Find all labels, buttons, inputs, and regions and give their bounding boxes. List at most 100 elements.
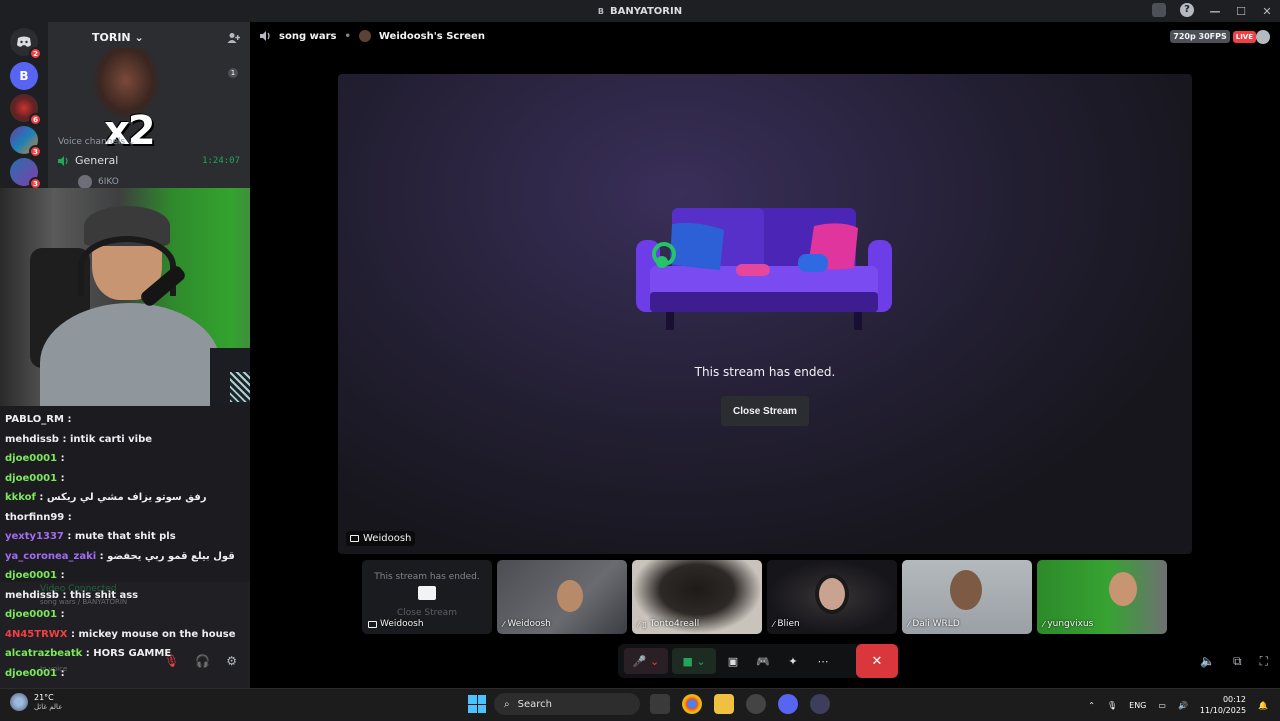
weather-widget[interactable]: 21°C عالم غائل [10,693,62,711]
chat-message: thorfinn99 : [5,512,72,523]
chat-username[interactable]: yexty1337 [5,531,64,542]
network-icon[interactable]: ▭ [1158,701,1166,710]
chat-username[interactable]: djoe0001 [5,570,57,581]
server-icon[interactable]: 6 [10,94,42,126]
search-label: Search [517,698,552,710]
microphone-toggle-button[interactable]: 🎤 ⌄ [624,648,668,674]
chat-text: : this shit ass [62,589,139,601]
title-bar: B BANYATORIN ? — ☐ ✕ [0,0,1280,22]
discord-taskbar-icon[interactable] [778,694,798,714]
start-menu-icon[interactable] [468,695,486,713]
chat-message: kkkof : رفق سوتو يزاف مشي لي ريكس [5,492,207,503]
file-explorer-icon[interactable] [714,694,734,714]
add-user-icon[interactable] [227,32,240,44]
participant-face [1109,572,1137,606]
chat-text: : [60,570,65,581]
help-icon[interactable]: ? [1180,3,1194,17]
voice-user-name: 6IKO [98,177,119,187]
chat-username[interactable]: djoe0001 [5,473,57,484]
tile-dali-wrld[interactable]: ⁄ Dali WRLD [902,560,1032,634]
tile-name: Dali WRLD [912,619,960,629]
soundboard-icon[interactable]: ✦ [780,648,806,674]
close-window-button[interactable]: ✕ [1260,5,1274,18]
tray-mic-icon[interactable]: 🎙 [1107,701,1117,710]
camera-toggle-button[interactable]: ■ ⌄ [672,648,716,674]
windows-taskbar: 21°C عالم غائل ⌕ Search ⌃ 🎙 ENG ▭ 🔊 00:1… [0,688,1280,720]
phone-icon: ▯ [642,619,647,629]
discord-home-icon[interactable]: 2 [10,28,42,60]
minimize-button[interactable]: — [1208,5,1222,18]
muted-icon: ⁄ [638,619,640,629]
avatar [78,175,92,189]
chat-message: ya_coronea_zaki : قول بيلع قمو ربي يحفضو [5,551,235,562]
participant-face [950,570,982,610]
voice-elapsed-time: 1:24:07 [202,155,240,166]
chat-username[interactable]: thorfinn99 [5,512,64,523]
chat-username[interactable]: mehdissb [5,590,59,601]
fullscreen-icon[interactable]: ⛶ [1260,654,1268,669]
tray-chevron-icon[interactable]: ⌃ [1088,701,1095,710]
tile-tonto4reall[interactable]: ⁄ ▯ Tonto4reall [632,560,762,634]
notifications-icon[interactable]: 🔔 [1258,701,1268,710]
tile-label: ⁄ Weidoosh [503,619,551,629]
voice-user[interactable]: 6IKO [78,175,119,189]
more-options-icon[interactable]: ⋯ [810,648,836,674]
activities-gamepad-icon[interactable]: 🎮 [750,648,776,674]
tile-label: ⁄ yungvixus [1043,619,1093,629]
chat-username[interactable]: kkkof [5,492,36,503]
tile-close-text: Close Stream [397,608,457,618]
settings-gear-icon[interactable]: ⚙ [226,654,237,668]
breadcrumb: song wars • Weidoosh's Screen [260,30,485,42]
language-indicator[interactable]: ENG [1129,701,1146,710]
rail-badge: 6 [29,113,42,126]
voice-category-label: Voice channels [58,137,126,147]
chat-username[interactable]: alcatrazbeatk [5,648,82,659]
voice-channel-general[interactable]: General 1:24:07 [58,154,240,167]
share-screen-button[interactable]: ▣ [720,648,746,674]
disconnect-button[interactable]: ✕ [856,644,898,678]
headphones-icon[interactable]: 🎧 [195,654,210,668]
chat-username[interactable]: 4N45TRWX [5,629,68,640]
taskbar-center: ⌕ Search [468,693,832,715]
volume-icon[interactable]: 🔈 [1200,654,1215,669]
popout-icon[interactable]: ⧉ [1233,654,1242,669]
chat-username[interactable]: mehdissb [5,434,59,445]
server-name: TORIN [92,31,131,44]
chat-username[interactable]: djoe0001 [5,609,57,620]
chat-username[interactable]: djoe0001 [5,453,57,464]
tile-weidoosh-screen[interactable]: This stream has ended. Close Stream Weid… [362,560,492,634]
server-rail: 2 B 6 3 3 [0,22,48,190]
tile-blien[interactable]: ⁄ Blien [767,560,897,634]
chat-bubble-icon[interactable] [1256,30,1270,44]
app-icon[interactable] [746,694,766,714]
participant-face [815,574,849,614]
tile-weidoosh[interactable]: ⁄ Weidoosh [497,560,627,634]
tile-yungvixus[interactable]: ⁄ yungvixus [1037,560,1167,634]
task-view-icon[interactable] [650,694,670,714]
server-icon-b[interactable]: B [10,62,38,90]
channel-unread-count: 1 [228,68,238,78]
clock[interactable]: 00:12 11/10/2025 [1200,694,1246,716]
crumb-separator: • [344,30,351,42]
inbox-icon[interactable] [1152,3,1166,17]
window-title: BANYATORIN [610,5,683,17]
taskbar-search[interactable]: ⌕ Search [494,693,640,715]
tile-name: yungvixus [1047,619,1094,629]
server-name-header[interactable]: TORIN ⌄ [92,31,144,44]
server-icon[interactable]: 3 [10,158,42,190]
channel-list: TORIN ⌄ 1 x2 Voice channels ⌄ General 1:… [48,22,250,189]
user-controls: 🎙 🎧 ⚙ [164,654,237,668]
screen-share-icon [350,535,359,542]
maximize-button[interactable]: ☐ [1234,5,1248,18]
server-icon[interactable]: 3 [10,126,42,158]
system-tray: ⌃ 🎙 ENG ▭ 🔊 00:12 11/10/2025 🔔 [1088,689,1268,721]
volume-icon[interactable]: 🔊 [1178,701,1188,710]
chat-username[interactable]: djoe0001 [5,668,57,679]
chat-username[interactable]: PABLO_RM [5,414,64,425]
voice-category[interactable]: Voice channels ⌄ [58,137,136,147]
crumb-channel[interactable]: song wars [279,31,336,42]
close-stream-button[interactable]: Close Stream [721,396,809,426]
app-icon[interactable] [810,694,830,714]
chrome-icon[interactable] [682,694,702,714]
chat-username[interactable]: ya_coronea_zaki [5,551,96,562]
